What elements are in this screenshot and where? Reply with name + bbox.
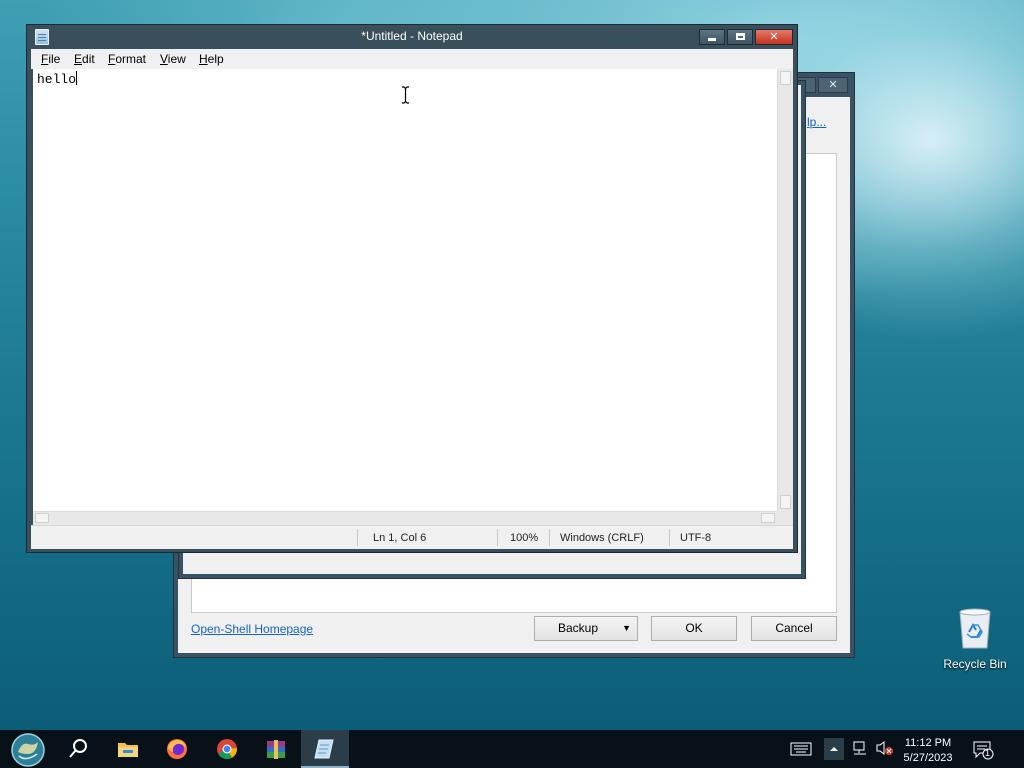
- notepad-taskbar-button[interactable]: [301, 730, 349, 768]
- scroll-left-arrow[interactable]: [35, 513, 49, 523]
- maximize-button[interactable]: [727, 29, 753, 45]
- cancel-button[interactable]: Cancel: [751, 616, 837, 641]
- status-bar: Ln 1, Col 6 100% Windows (CRLF) UTF-8: [31, 525, 793, 549]
- chevron-up-icon: [830, 747, 838, 751]
- file-explorer-icon: [118, 743, 138, 757]
- text-caret: [76, 71, 78, 85]
- menu-help-label: elp: [207, 52, 224, 66]
- maximize-icon: [735, 33, 745, 40]
- editor-text: hello: [37, 72, 77, 87]
- volume-muted-icon[interactable]: [876, 740, 894, 756]
- start-orb-icon: [11, 733, 45, 767]
- notepad-window: *Untitled - Notepad ✕ File Edit Format V…: [26, 24, 798, 553]
- menu-view-label: iew: [167, 52, 186, 66]
- dropdown-arrow-icon: ▼: [622, 623, 631, 633]
- tray-clock[interactable]: 11:12 PM 5/27/2023: [898, 736, 958, 766]
- clock-date: 5/27/2023: [903, 752, 953, 764]
- chrome-button[interactable]: [203, 730, 251, 768]
- chrome-icon: [217, 739, 237, 760]
- vertical-scrollbar[interactable]: [777, 69, 793, 511]
- touch-keyboard-icon[interactable]: [790, 742, 812, 756]
- menu-edit[interactable]: Edit: [74, 52, 95, 66]
- action-center-button[interactable]: 1: [972, 740, 994, 760]
- menu-edit-mnemonic: E: [74, 52, 83, 66]
- firefox-icon: [167, 739, 187, 759]
- menu-format[interactable]: Format: [108, 52, 146, 66]
- menu-bar: File Edit Format View Help: [31, 49, 793, 69]
- menu-view[interactable]: View: [160, 52, 186, 66]
- recycle-bin-icon: [959, 608, 991, 649]
- scroll-up-arrow[interactable]: [780, 71, 791, 85]
- window-title: *Untitled - Notepad: [361, 29, 463, 43]
- menu-view-mnemonic: V: [160, 52, 168, 66]
- recycle-bin[interactable]: Recycle Bin: [938, 606, 1012, 671]
- open-shell-homepage-link[interactable]: Open-Shell Homepage: [191, 622, 313, 636]
- search-button[interactable]: [54, 730, 102, 768]
- minimize-button[interactable]: [699, 29, 725, 45]
- network-icon[interactable]: [852, 740, 870, 756]
- status-divider: [549, 529, 550, 546]
- status-divider: [497, 529, 498, 546]
- ibeam-cursor-icon: [402, 86, 409, 104]
- file-explorer-button[interactable]: [104, 730, 152, 768]
- bg-close-button[interactable]: ✕: [818, 77, 848, 93]
- close-button[interactable]: ✕: [755, 29, 793, 45]
- winrar-icon: [267, 740, 285, 759]
- search-icon: [69, 739, 87, 758]
- recycle-bin-label: Recycle Bin: [943, 657, 1007, 671]
- scroll-down-arrow[interactable]: [780, 495, 791, 509]
- start-button[interactable]: [2, 730, 50, 768]
- text-editor[interactable]: hello: [33, 69, 777, 511]
- menu-file-label: ile: [48, 52, 61, 66]
- status-divider: [669, 529, 670, 546]
- backup-button[interactable]: Backup ▼: [534, 616, 638, 641]
- ok-button[interactable]: OK: [651, 616, 737, 641]
- status-position: Ln 1, Col 6: [373, 532, 427, 544]
- minimize-icon: [708, 38, 716, 41]
- menu-file[interactable]: File: [41, 52, 60, 66]
- scroll-right-arrow[interactable]: [761, 513, 775, 523]
- firefox-button[interactable]: [153, 730, 201, 768]
- menu-format-label: ormat: [115, 52, 147, 66]
- scrollbar-corner: [777, 511, 793, 525]
- close-icon: ✕: [769, 31, 779, 43]
- backup-label: Backup: [558, 621, 599, 635]
- status-zoom: 100%: [510, 532, 539, 544]
- horizontal-scrollbar[interactable]: [33, 511, 777, 525]
- show-hidden-icons-button[interactable]: [824, 738, 844, 760]
- menu-help-mnemonic: H: [199, 52, 208, 66]
- status-encoding: UTF-8: [680, 532, 712, 544]
- help-link[interactable]: lp...: [807, 115, 826, 129]
- winrar-button[interactable]: [252, 730, 300, 768]
- menu-help[interactable]: Help: [199, 52, 224, 66]
- status-line-ending: Windows (CRLF): [560, 532, 644, 544]
- notepad-icon: [314, 739, 334, 759]
- notification-count: 1: [985, 748, 991, 758]
- menu-edit-label: dit: [82, 52, 95, 66]
- clock-time: 11:12 PM: [904, 737, 952, 749]
- taskbar: 11:12 PM 5/27/2023 1: [0, 730, 1024, 768]
- notifications-icon: [973, 741, 994, 760]
- notepad-titlebar[interactable]: *Untitled - Notepad ✕: [27, 25, 797, 49]
- status-divider: [357, 529, 358, 546]
